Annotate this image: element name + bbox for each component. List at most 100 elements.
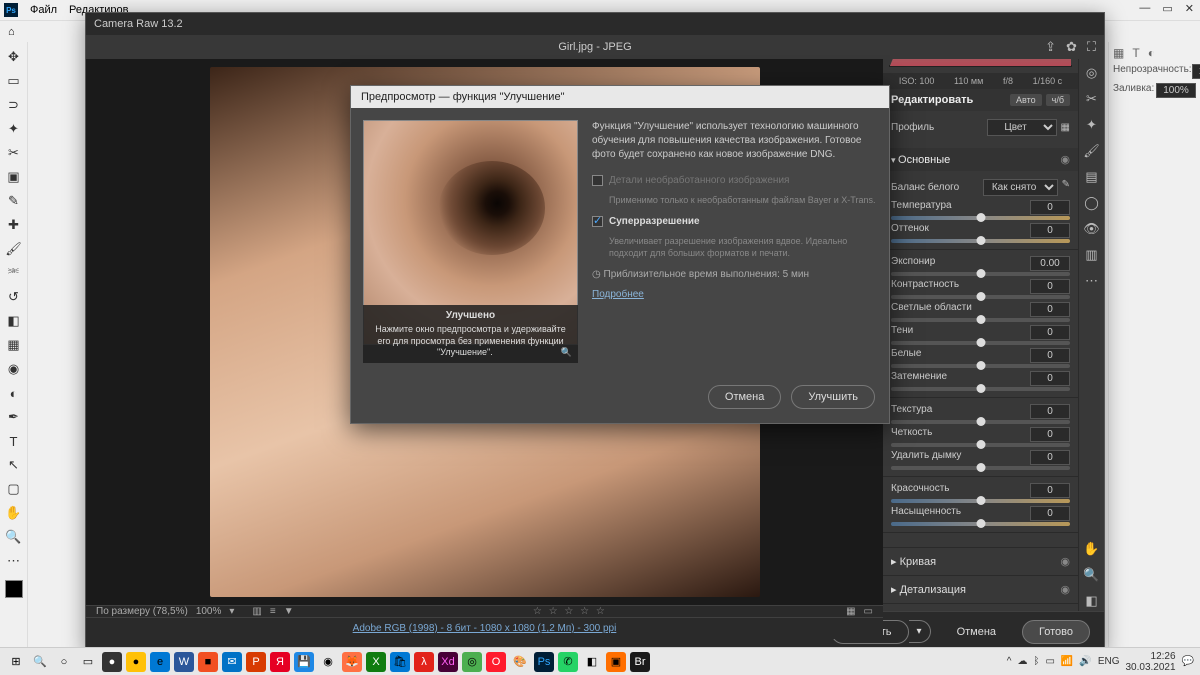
tray-battery-icon[interactable]: ▭ [1045,656,1054,667]
fullscreen-icon[interactable]: ⛶ [1087,39,1096,55]
slider-thumb[interactable] [976,361,985,370]
taskview-icon[interactable]: ▭ [78,652,98,672]
tb-edge-icon[interactable]: e [150,652,170,672]
slider-track[interactable] [891,341,1070,345]
cr-info-link[interactable]: Adobe RGB (1998) - 8 бит - 1080 x 1080 (… [86,617,883,639]
tb-opera-icon[interactable]: O [486,652,506,672]
zoom-tool-icon[interactable]: 🔍 [3,526,25,548]
tb-chrome-icon[interactable]: ◉ [318,652,338,672]
dialog-cancel-button[interactable]: Отмена [708,385,781,409]
histogram[interactable] [889,65,1072,67]
slider-value[interactable]: 0 [1030,348,1070,363]
slider-thumb[interactable] [976,384,985,393]
redeye-cr-icon[interactable]: 👁 [1083,221,1101,239]
compare-icon[interactable]: ▥ [252,606,261,617]
eye-icon[interactable]: ◉ [1060,555,1070,568]
tb-app3-icon[interactable]: ■ [198,652,218,672]
filter-icon[interactable]: ▼ [284,606,294,617]
tb-ppt-icon[interactable]: P [246,652,266,672]
slider-thumb[interactable] [976,519,985,528]
slider-thumb[interactable] [976,496,985,505]
tb-br-icon[interactable]: Br [630,652,650,672]
home-icon[interactable]: ⌂ [8,26,15,38]
profile-select[interactable]: Цвет [987,119,1057,136]
bw-button[interactable]: ч/б [1046,94,1070,106]
stamp-tool-icon[interactable]: ⎃ [3,262,25,284]
slider-track[interactable] [891,272,1070,276]
swatch-icon[interactable] [5,580,23,598]
superres-checkbox[interactable] [592,216,603,227]
slider-thumb[interactable] [976,417,985,426]
profile-browse-icon[interactable]: ▦ [1061,122,1070,133]
tb-mail-icon[interactable]: ✉ [222,652,242,672]
tray-vol-icon[interactable]: 🔊 [1079,656,1091,667]
slider-track[interactable] [891,318,1070,322]
gradient-tool-icon[interactable]: ▦ [3,334,25,356]
tb-xd-icon[interactable]: Xd [438,652,458,672]
crop-tool-icon[interactable]: ✂ [3,142,25,164]
dodge-tool-icon[interactable]: ◐ [3,382,25,404]
slider-value[interactable]: 0 [1030,427,1070,442]
heal-cr-icon[interactable]: ✦ [1083,117,1101,135]
slider-value[interactable]: 0 [1030,325,1070,340]
slider-thumb[interactable] [976,440,985,449]
done-button[interactable]: Готово [1022,620,1090,644]
slider-track[interactable] [891,499,1070,503]
tb-app2-icon[interactable]: ● [126,652,146,672]
zoom-fit[interactable]: По размеру (78,5%) [96,606,188,617]
slider-thumb[interactable] [976,269,985,278]
slider-thumb[interactable] [976,315,985,324]
tray-lang[interactable]: ENG [1098,656,1120,667]
tb-ps-icon[interactable]: Ps [534,652,554,672]
export-icon[interactable]: ⇪ [1045,39,1056,55]
slider-track[interactable] [891,420,1070,424]
type-tool-icon[interactable]: T [3,430,25,452]
slider-track[interactable] [891,364,1070,368]
eyedropper-tool-icon[interactable]: ✎ [3,190,25,212]
search-icon[interactable]: 🔍 [30,652,50,672]
zoom-cr-icon[interactable]: 🔍 [1083,567,1101,585]
preset-cr-icon[interactable]: ▥ [1083,247,1101,265]
slider-track[interactable] [891,522,1070,526]
learn-more-link[interactable]: Подробнее [592,288,644,302]
more-tools-icon[interactable]: ⋯ [3,550,25,572]
close-icon[interactable]: ✕ [1185,2,1194,15]
tray-cloud-icon[interactable]: ☁ [1017,656,1027,667]
opacity-value[interactable]: 100% [1192,64,1200,79]
tb-firefox-icon[interactable]: 🦊 [342,652,362,672]
tb-yandex-icon[interactable]: Я [270,652,290,672]
start-icon[interactable]: ⊞ [6,652,26,672]
slider-thumb[interactable] [976,338,985,347]
slider-track[interactable] [891,443,1070,447]
slider-value[interactable]: 0 [1030,506,1070,521]
cr-cancel-button[interactable]: Отмена [941,621,1012,643]
brush-cr-icon[interactable]: 🖌 [1083,143,1101,161]
tb-excel-icon[interactable]: X [366,652,386,672]
slider-thumb[interactable] [976,236,985,245]
minimize-icon[interactable]: — [1139,2,1150,15]
adjust-icon[interactable]: ◐ [1148,46,1155,60]
tray-bt-icon[interactable]: ᛒ [1033,656,1039,667]
auto-button[interactable]: Авто [1010,94,1042,106]
edit-tool-icon[interactable]: ◎ [1083,65,1101,83]
history-brush-icon[interactable]: ↺ [3,286,25,308]
maximize-icon[interactable]: ▭ [1162,2,1172,15]
eye-icon[interactable]: ◉ [1060,583,1070,596]
slider-value[interactable]: 0 [1030,371,1070,386]
basic-header[interactable]: ▾ Основные ◉ [883,148,1078,171]
shape-tool-icon[interactable]: ▢ [3,478,25,500]
hand-cr-icon[interactable]: ✋ [1083,541,1101,559]
cortana-icon[interactable]: ○ [54,652,74,672]
section-Смешение цветов[interactable]: ▸ Смешение цветов◉ [883,603,1078,611]
marquee-tool-icon[interactable]: ▭ [3,70,25,92]
open-dropdown-icon[interactable]: ▾ [909,620,931,643]
tray-wifi-icon[interactable]: 📶 [1061,656,1073,667]
zoom-100[interactable]: 100% [196,606,222,617]
slider-thumb[interactable] [976,463,985,472]
tb-store-icon[interactable]: 🛍 [390,652,410,672]
slider-value[interactable]: 0 [1030,279,1070,294]
tb-app1-icon[interactable]: ● [102,652,122,672]
lasso-tool-icon[interactable]: ⊃ [3,94,25,116]
tb-save-icon[interactable]: 💾 [294,652,314,672]
toggle-cr-icon[interactable]: ◧ [1083,593,1101,611]
